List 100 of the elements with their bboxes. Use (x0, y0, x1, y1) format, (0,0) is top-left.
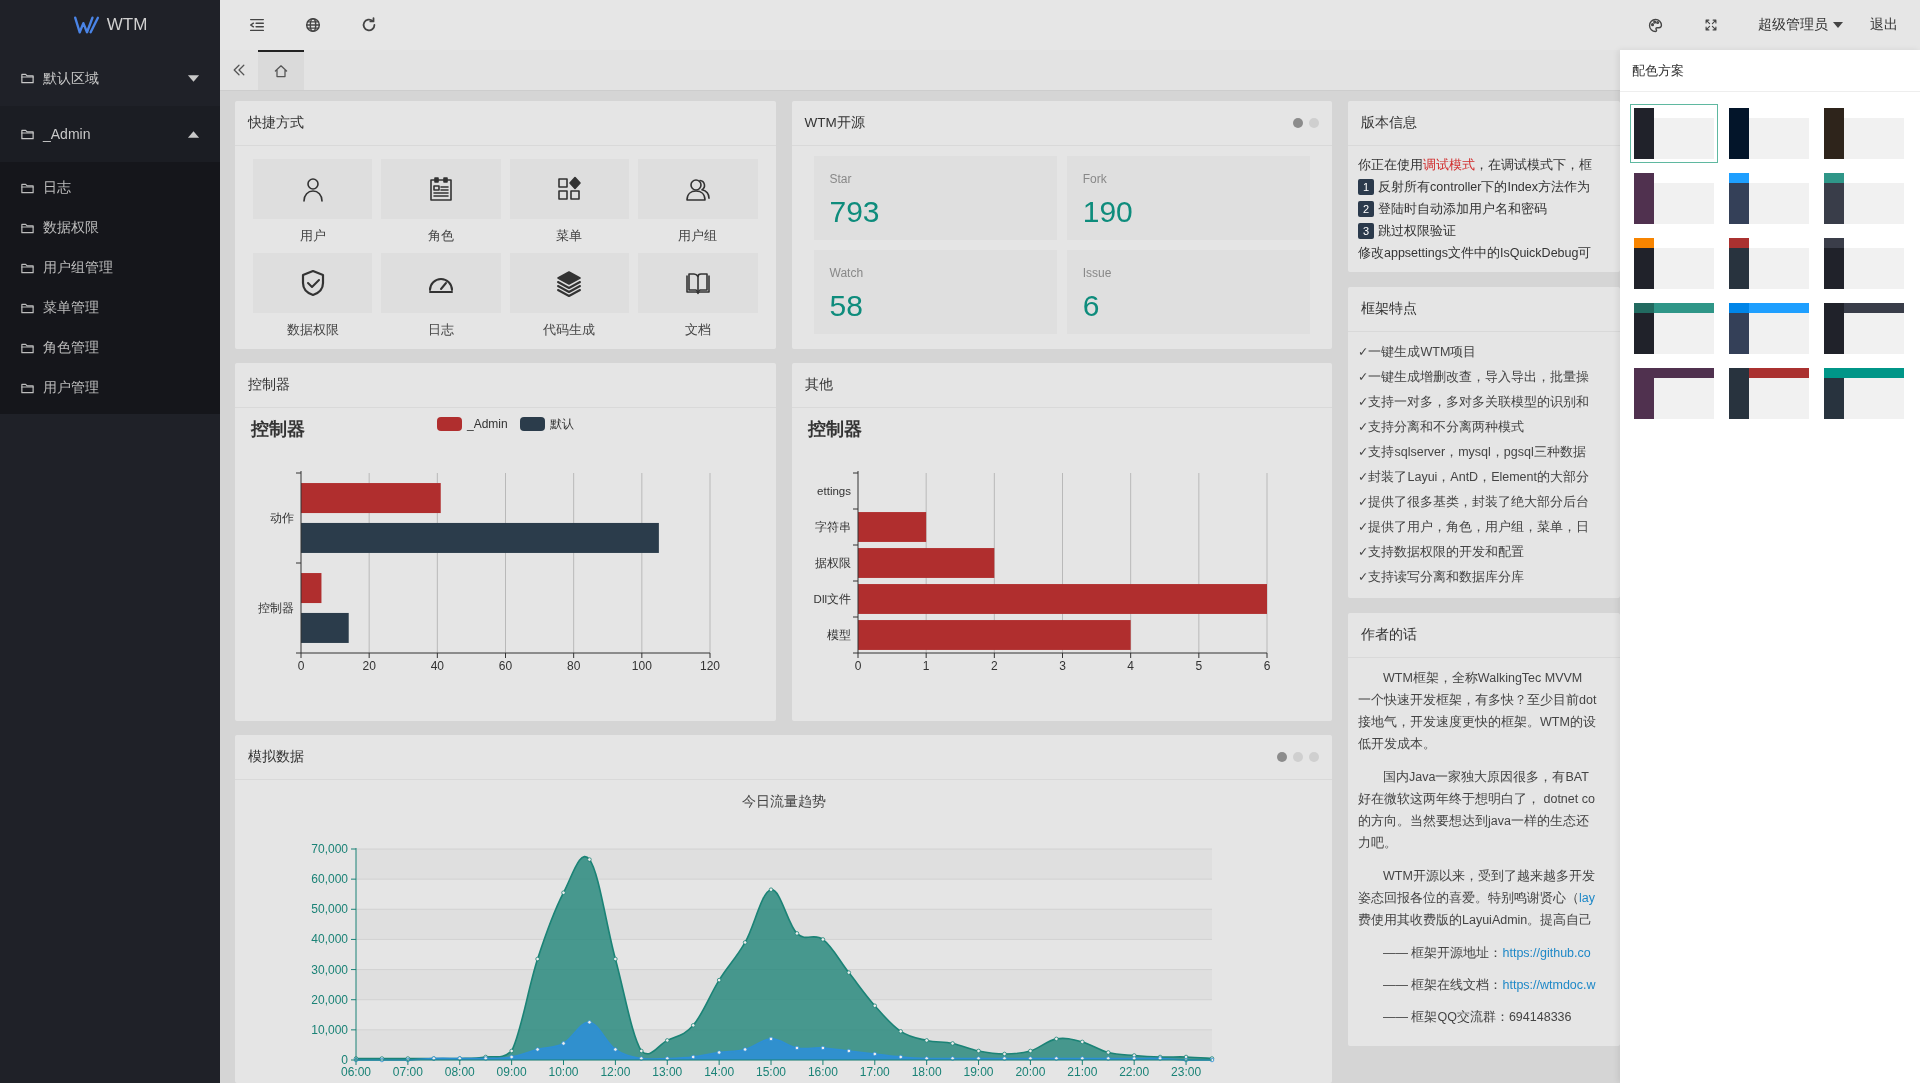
feature-item: ✓支持数据权限的开发和配置 (1358, 544, 1526, 561)
axis-label: 06:00 (341, 1065, 371, 1079)
chart-bar (301, 573, 322, 604)
submenu-item[interactable]: 菜单管理 (0, 288, 220, 328)
axis-label: 40 (430, 659, 444, 673)
info-line: —— 框架开源地址：https://github.co (1382, 945, 1592, 962)
step-number: 3 (1358, 223, 1374, 239)
axis-label: 70,000 (311, 842, 348, 856)
stat-value: 190 (1082, 194, 1134, 230)
panel-title: 配色方案 (1632, 61, 1684, 80)
axis-label: 30,000 (311, 962, 348, 977)
home-tab[interactable] (258, 50, 304, 90)
menu-item[interactable]: 默认区域 (0, 50, 220, 106)
axis-label: 10,000 (311, 1022, 348, 1037)
card-title: 框架特点 (1361, 299, 1417, 318)
submenu-item[interactable]: 数据权限 (0, 208, 220, 248)
legend-label: 默认 (550, 417, 574, 431)
theme-swatch[interactable] (1630, 104, 1718, 163)
axis-label: 0 (297, 659, 305, 673)
legend-label: _Admin (467, 417, 508, 431)
logout-link[interactable]: 退出 (1870, 14, 1898, 36)
caret-down-icon (1832, 21, 1844, 29)
axis-label: 动作 (270, 512, 294, 524)
axis-label: 10:00 (548, 1065, 579, 1079)
feature-item: ✓封装了Layui，AntD，Element的大部分 (1358, 469, 1590, 486)
feature-item: ✓提供了很多基类，封装了绝大部分后台 (1358, 494, 1591, 511)
feature-item: ✓提供了用户，角色，用户组，菜单，日 (1358, 519, 1591, 536)
logo-icon (72, 15, 101, 35)
carousel-dot[interactable] (1293, 118, 1303, 128)
axis-label: 模型 (826, 629, 851, 641)
axis-label: 3 (1058, 659, 1066, 673)
refresh-icon[interactable] (360, 16, 378, 34)
axis-label: 1 (922, 659, 929, 673)
axis-label: 100 (631, 659, 652, 673)
feature-item: ✓支持读写分离和数据库分库 (1358, 569, 1526, 586)
axis-label: 控制器 (258, 602, 294, 614)
axis-label: 15:00 (756, 1065, 787, 1079)
card-title: 其他 (804, 375, 833, 394)
home-icon (273, 63, 289, 79)
chart-title: 控制器 (807, 419, 862, 439)
menu-item[interactable]: _Admin (0, 106, 220, 162)
carousel-dot[interactable] (1277, 752, 1287, 762)
intro-text: 你正在使用调试模式，在调试模式下，框 (1358, 157, 1593, 174)
stat-label: Star (829, 171, 853, 188)
axis-label: 据权限 (814, 557, 851, 569)
feature-item: ✓支持一对多，多对多关联模型的识别和 (1358, 394, 1591, 411)
axis-label: 19:00 (963, 1065, 994, 1079)
axis-label: 13:00 (652, 1065, 683, 1079)
axis-label: 14:00 (704, 1065, 735, 1079)
axis-label: ettings (816, 485, 851, 497)
axis-label: 60 (498, 659, 513, 673)
fullscreen-icon[interactable] (1704, 18, 1718, 32)
note-text: 修改appsettings文件中的IsQuickDebug可 (1358, 245, 1593, 262)
submenu-item[interactable]: 日志 (0, 168, 220, 208)
submenu-item[interactable]: 角色管理 (0, 328, 220, 368)
submenu-item[interactable]: 用户组管理 (0, 248, 220, 288)
stat-label: Issue (1082, 265, 1113, 282)
step-text: 跳过权限验证 (1378, 223, 1456, 240)
feature-item: ✓一键生成WTM项目 (1358, 344, 1478, 361)
brand-name: WTM (106, 14, 148, 37)
chart-title: 今日流量趋势 (742, 794, 826, 809)
card-title: 模拟数据 (248, 747, 304, 766)
axis-label: 40,000 (311, 932, 348, 947)
globe-icon[interactable] (304, 16, 322, 34)
axis-label: 50,000 (311, 902, 348, 917)
axis-label: 120 (700, 659, 720, 673)
menu-fold-icon[interactable] (248, 16, 266, 34)
step-text: 登陆时自动添加用户名和密码 (1378, 201, 1547, 218)
card-title: 版本信息 (1361, 113, 1417, 132)
card-title: 控制器 (248, 375, 290, 394)
stat-label: Fork (1082, 171, 1108, 188)
axis-label: 0 (341, 1053, 348, 1067)
axis-label: 09:00 (496, 1065, 527, 1079)
axis-label: 17:00 (859, 1065, 890, 1079)
axis-label: 80 (567, 659, 581, 673)
chart-bar (857, 512, 926, 542)
chart-bar (301, 612, 349, 643)
double-chevron-left-icon[interactable] (231, 62, 247, 78)
axis-label: 20 (362, 659, 376, 673)
paragraph: WTM开源以来，受到了越来越多开发 姿态回报各位的喜爱。特别鸣谢贤心（lay 费使用其收费版的LayuiAdmin。提高自己 (1358, 868, 1596, 929)
step-number: 2 (1358, 201, 1374, 217)
palette-icon[interactable] (1647, 16, 1664, 34)
axis-label: Dll文件 (813, 593, 851, 605)
axis-label: 5 (1195, 659, 1202, 673)
card-title: WTM开源 (804, 113, 865, 132)
info-line: —— 框架在线文档：https://wtmdoc.w (1382, 977, 1597, 994)
info-line: —— 框架QQ交流群：694148336 (1382, 1009, 1573, 1026)
step-text: 反射所有controller下的Index方法作为 (1378, 179, 1590, 196)
axis-label: 12:00 (600, 1065, 631, 1079)
axis-label: 6 (1263, 659, 1270, 673)
submenu-item[interactable]: 用户管理 (0, 368, 220, 408)
stat-value: 6 (1082, 288, 1101, 324)
axis-label: 字符串 (814, 521, 851, 533)
paragraph: WTM框架，全称WalkingTec MVVM 一个快速开发框架，有多快？至少目前dot 接地气，开发速度更快的框架。WTM的设 低开发成本。 (1358, 670, 1598, 753)
axis-label: 20,000 (311, 992, 348, 1007)
axis-label: 16:00 (807, 1065, 838, 1079)
stat-value: 58 (829, 288, 864, 324)
axis-label: 20:00 (1015, 1065, 1046, 1079)
stat-label: Watch (829, 265, 865, 282)
user-menu[interactable]: 超级管理员 (1758, 14, 1844, 36)
